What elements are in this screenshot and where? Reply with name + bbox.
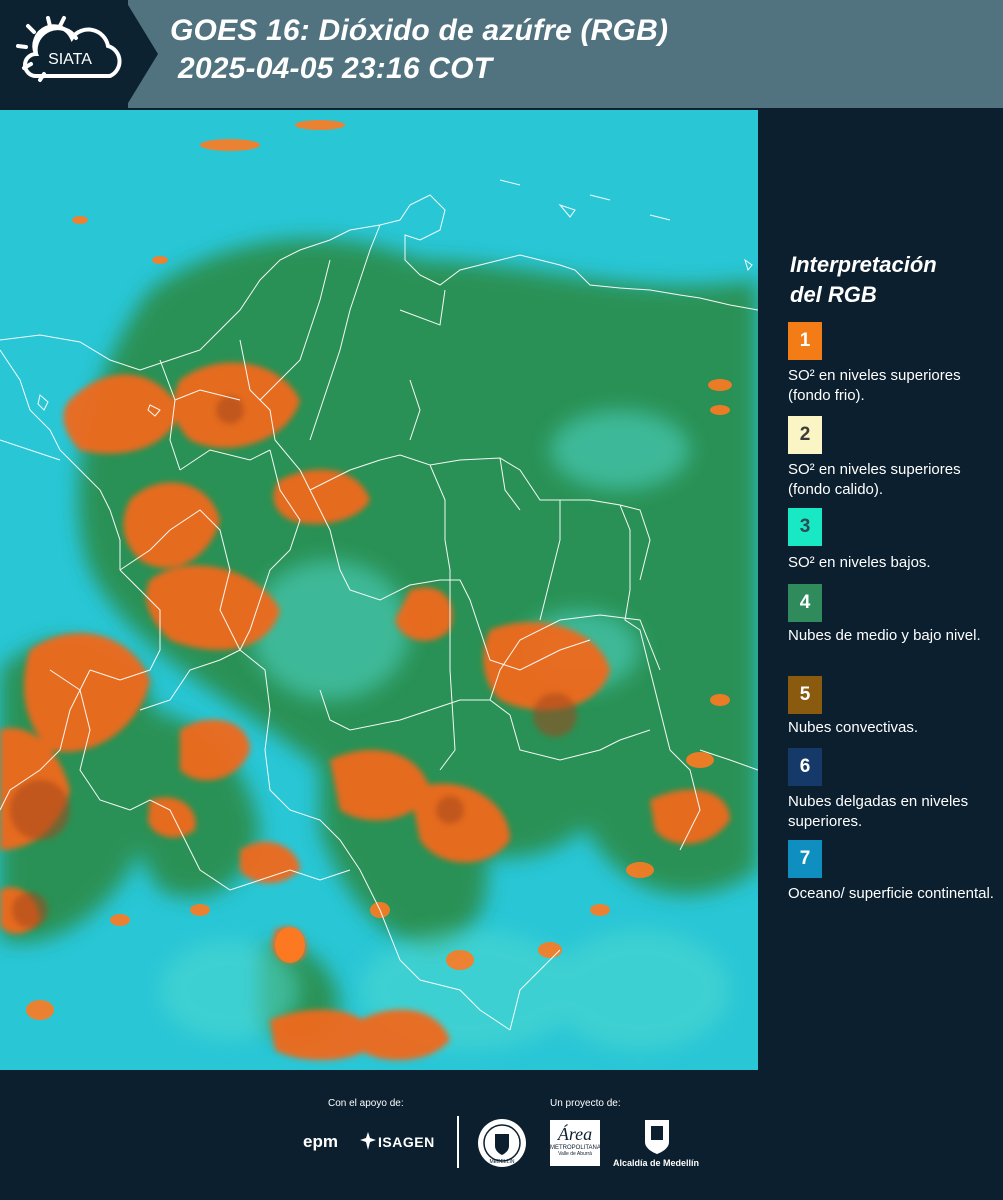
legend-swatch-6: 6 <box>788 748 822 786</box>
legend-title-line1: Interpretación <box>790 252 937 277</box>
legend-label-6: Nubes delgadas en niveles superiores. <box>788 793 969 830</box>
legend-label-5: Nubes convectivas. <box>788 719 919 736</box>
page-title: GOES 16: Dióxido de azúfre (RGB) <box>170 14 669 47</box>
legend-label-2: SO² en niveles superiores (fondo calido)… <box>788 461 961 498</box>
legend-swatch-1: 1 <box>788 322 822 360</box>
legend-swatch-3: 3 <box>788 508 822 546</box>
epm-logo: epm <box>303 1132 338 1151</box>
page-timestamp: 2025-04-05 23:16 COT <box>178 52 493 85</box>
legend-swatch-4: 4 <box>788 584 822 622</box>
isagen-icon <box>360 1132 376 1150</box>
legend-title-line2: del RGB <box>790 282 877 307</box>
header: SIATA GOES 16: Dióxido de azúfre (RGB) 2… <box>0 0 1003 108</box>
siata-logo-text: SIATA <box>48 51 92 68</box>
alcaldia-text: Alcaldía de Medellín <box>613 1158 700 1168</box>
area-metropolitana-logo: Área METROPOLITANA Valle de Aburrá <box>550 1120 601 1166</box>
legend-swatch-5: 5 <box>788 676 822 714</box>
medellin-seal: MEDELLÍN <box>478 1119 526 1167</box>
legend-label-4: Nubes de medio y bajo nivel. <box>788 627 981 644</box>
project-label: Un proyecto de: <box>550 1098 621 1109</box>
seal-text: MEDELLÍN <box>489 1158 514 1165</box>
area-logo-word: Área <box>557 1124 593 1144</box>
support-label: Con el apoyo de: <box>328 1098 404 1109</box>
legend-title: Interpretación del RGB <box>790 250 990 310</box>
legend-label-3: SO² en niveles bajos. <box>788 554 931 571</box>
legend-swatch-2: 2 <box>788 416 822 454</box>
siata-logo: SIATA <box>16 16 122 82</box>
alcaldia-shield-icon <box>645 1120 669 1154</box>
footer: Con el apoyo de: Un proyecto de: epm ISA… <box>0 1070 1003 1200</box>
area-logo-sub2: Valle de Aburrá <box>558 1151 592 1157</box>
legend-label-7: Oceano/ superficie continental. <box>788 885 994 902</box>
legend-swatch-7: 7 <box>788 840 822 878</box>
legend-panel: Interpretación del RGB 1 SO² en niveles … <box>758 110 1003 1070</box>
satellite-map <box>0 110 758 1070</box>
legend-label-1: SO² en niveles superiores (fondo frio). <box>788 367 961 404</box>
isagen-logo: ISAGEN <box>378 1134 435 1150</box>
footer-divider <box>457 1116 459 1168</box>
